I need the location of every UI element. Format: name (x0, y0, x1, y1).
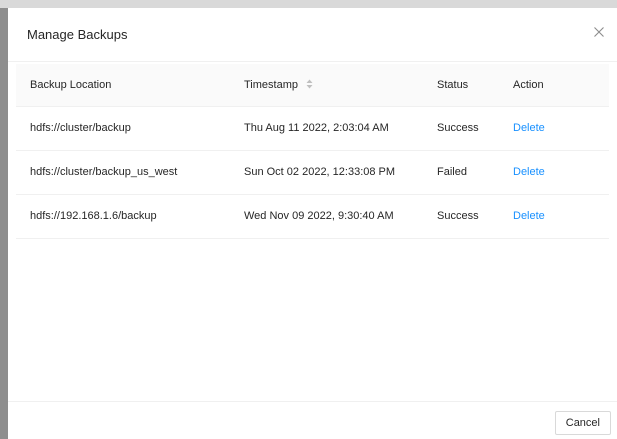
cancel-button[interactable]: Cancel (554, 411, 611, 435)
dialog-header: Manage Backups (8, 8, 617, 62)
manage-backups-dialog: Manage Backups Backup Location Timestamp… (8, 8, 617, 439)
column-header-timestamp-label: Timestamp (244, 78, 298, 91)
dialog-footer: Cancel (8, 401, 617, 439)
action-cell: Delete (513, 194, 609, 239)
backups-table: Backup Location Timestamp Status Action … (16, 64, 609, 239)
close-icon (594, 27, 604, 37)
backup-location-cell: hdfs://cluster/backup (16, 106, 244, 151)
backup-location-cell: hdfs://192.168.1.6/backup (16, 194, 244, 239)
background-page-strip (0, 0, 617, 8)
column-header-backup-location: Backup Location (16, 64, 244, 107)
timestamp-cell: Thu Aug 11 2022, 2:03:04 AM (244, 106, 437, 151)
delete-link[interactable]: Delete (513, 122, 545, 134)
delete-link[interactable]: Delete (513, 210, 545, 222)
table-row: hdfs://cluster/backup Thu Aug 11 2022, 2… (16, 106, 609, 151)
column-header-status: Status (437, 64, 513, 107)
sort-icon[interactable] (306, 79, 313, 89)
column-header-timestamp[interactable]: Timestamp (244, 64, 437, 107)
table-row: hdfs://cluster/backup_us_west Sun Oct 02… (16, 150, 609, 195)
status-cell: Success (437, 106, 513, 151)
status-cell: Success (437, 194, 513, 239)
action-cell: Delete (513, 150, 609, 195)
column-header-action: Action (513, 64, 609, 107)
table-row: hdfs://192.168.1.6/backup Wed Nov 09 202… (16, 194, 609, 239)
table-header-row: Backup Location Timestamp Status Action (16, 64, 609, 107)
delete-link[interactable]: Delete (513, 166, 545, 178)
close-button[interactable] (591, 24, 607, 40)
backup-location-cell: hdfs://cluster/backup_us_west (16, 150, 244, 195)
timestamp-cell: Wed Nov 09 2022, 9:30:40 AM (244, 194, 437, 239)
action-cell: Delete (513, 106, 609, 151)
status-cell: Failed (437, 150, 513, 195)
dialog-title: Manage Backups (27, 27, 128, 42)
timestamp-cell: Sun Oct 02 2022, 12:33:08 PM (244, 150, 437, 195)
